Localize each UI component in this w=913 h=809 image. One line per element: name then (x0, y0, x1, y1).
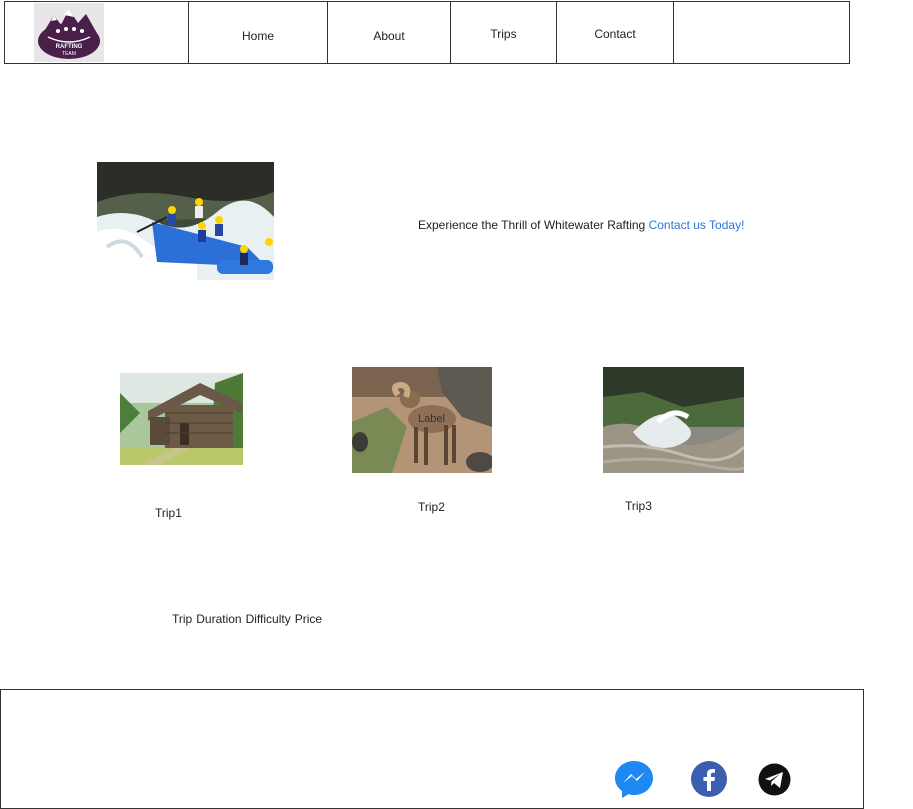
header-difficulty: Difficulty (245, 612, 291, 626)
trip3-label[interactable]: Trip3 (625, 499, 652, 513)
hero-headline: Experience the Thrill of Whitewater Raft… (418, 218, 646, 232)
telegram-icon[interactable] (758, 763, 791, 796)
hero-tagline: Experience the Thrill of Whitewater Raft… (418, 218, 744, 232)
trip2-label[interactable]: Trip2 (418, 500, 445, 514)
footer (0, 689, 864, 809)
logo-icon: RAFTING TEAM (38, 8, 100, 59)
svg-text:TEAM: TEAM (62, 51, 76, 57)
facebook-icon[interactable] (690, 760, 728, 798)
nav-home-link[interactable]: Home (189, 2, 328, 63)
header-price: Price (294, 612, 323, 626)
trip1-label[interactable]: Trip1 (155, 506, 182, 520)
nav-contact-link[interactable]: Contact (557, 2, 674, 63)
rafting-team-logo[interactable]: RAFTING TEAM (34, 3, 104, 62)
hero-rafting-image (97, 162, 274, 280)
logo-cell: RAFTING TEAM (5, 2, 189, 63)
top-navigation: RAFTING TEAM Home About Trips Contact (4, 1, 850, 64)
nav-empty-cell (674, 2, 849, 63)
image-placeholder-label: Label (418, 413, 445, 425)
nav-trips-link[interactable]: Trips (451, 2, 557, 63)
contact-us-link[interactable]: Contact us Today! (649, 218, 745, 232)
messenger-icon[interactable] (614, 759, 654, 799)
header-duration: Duration (196, 612, 242, 626)
trip1-image[interactable] (120, 373, 243, 465)
nav-about-link[interactable]: About (328, 2, 451, 63)
svg-text:RAFTING: RAFTING (56, 44, 83, 50)
header-trip: Trip (172, 612, 193, 626)
trip3-image[interactable] (603, 367, 744, 473)
trip-table-header: Trip Duration Difficulty Price (172, 612, 326, 626)
